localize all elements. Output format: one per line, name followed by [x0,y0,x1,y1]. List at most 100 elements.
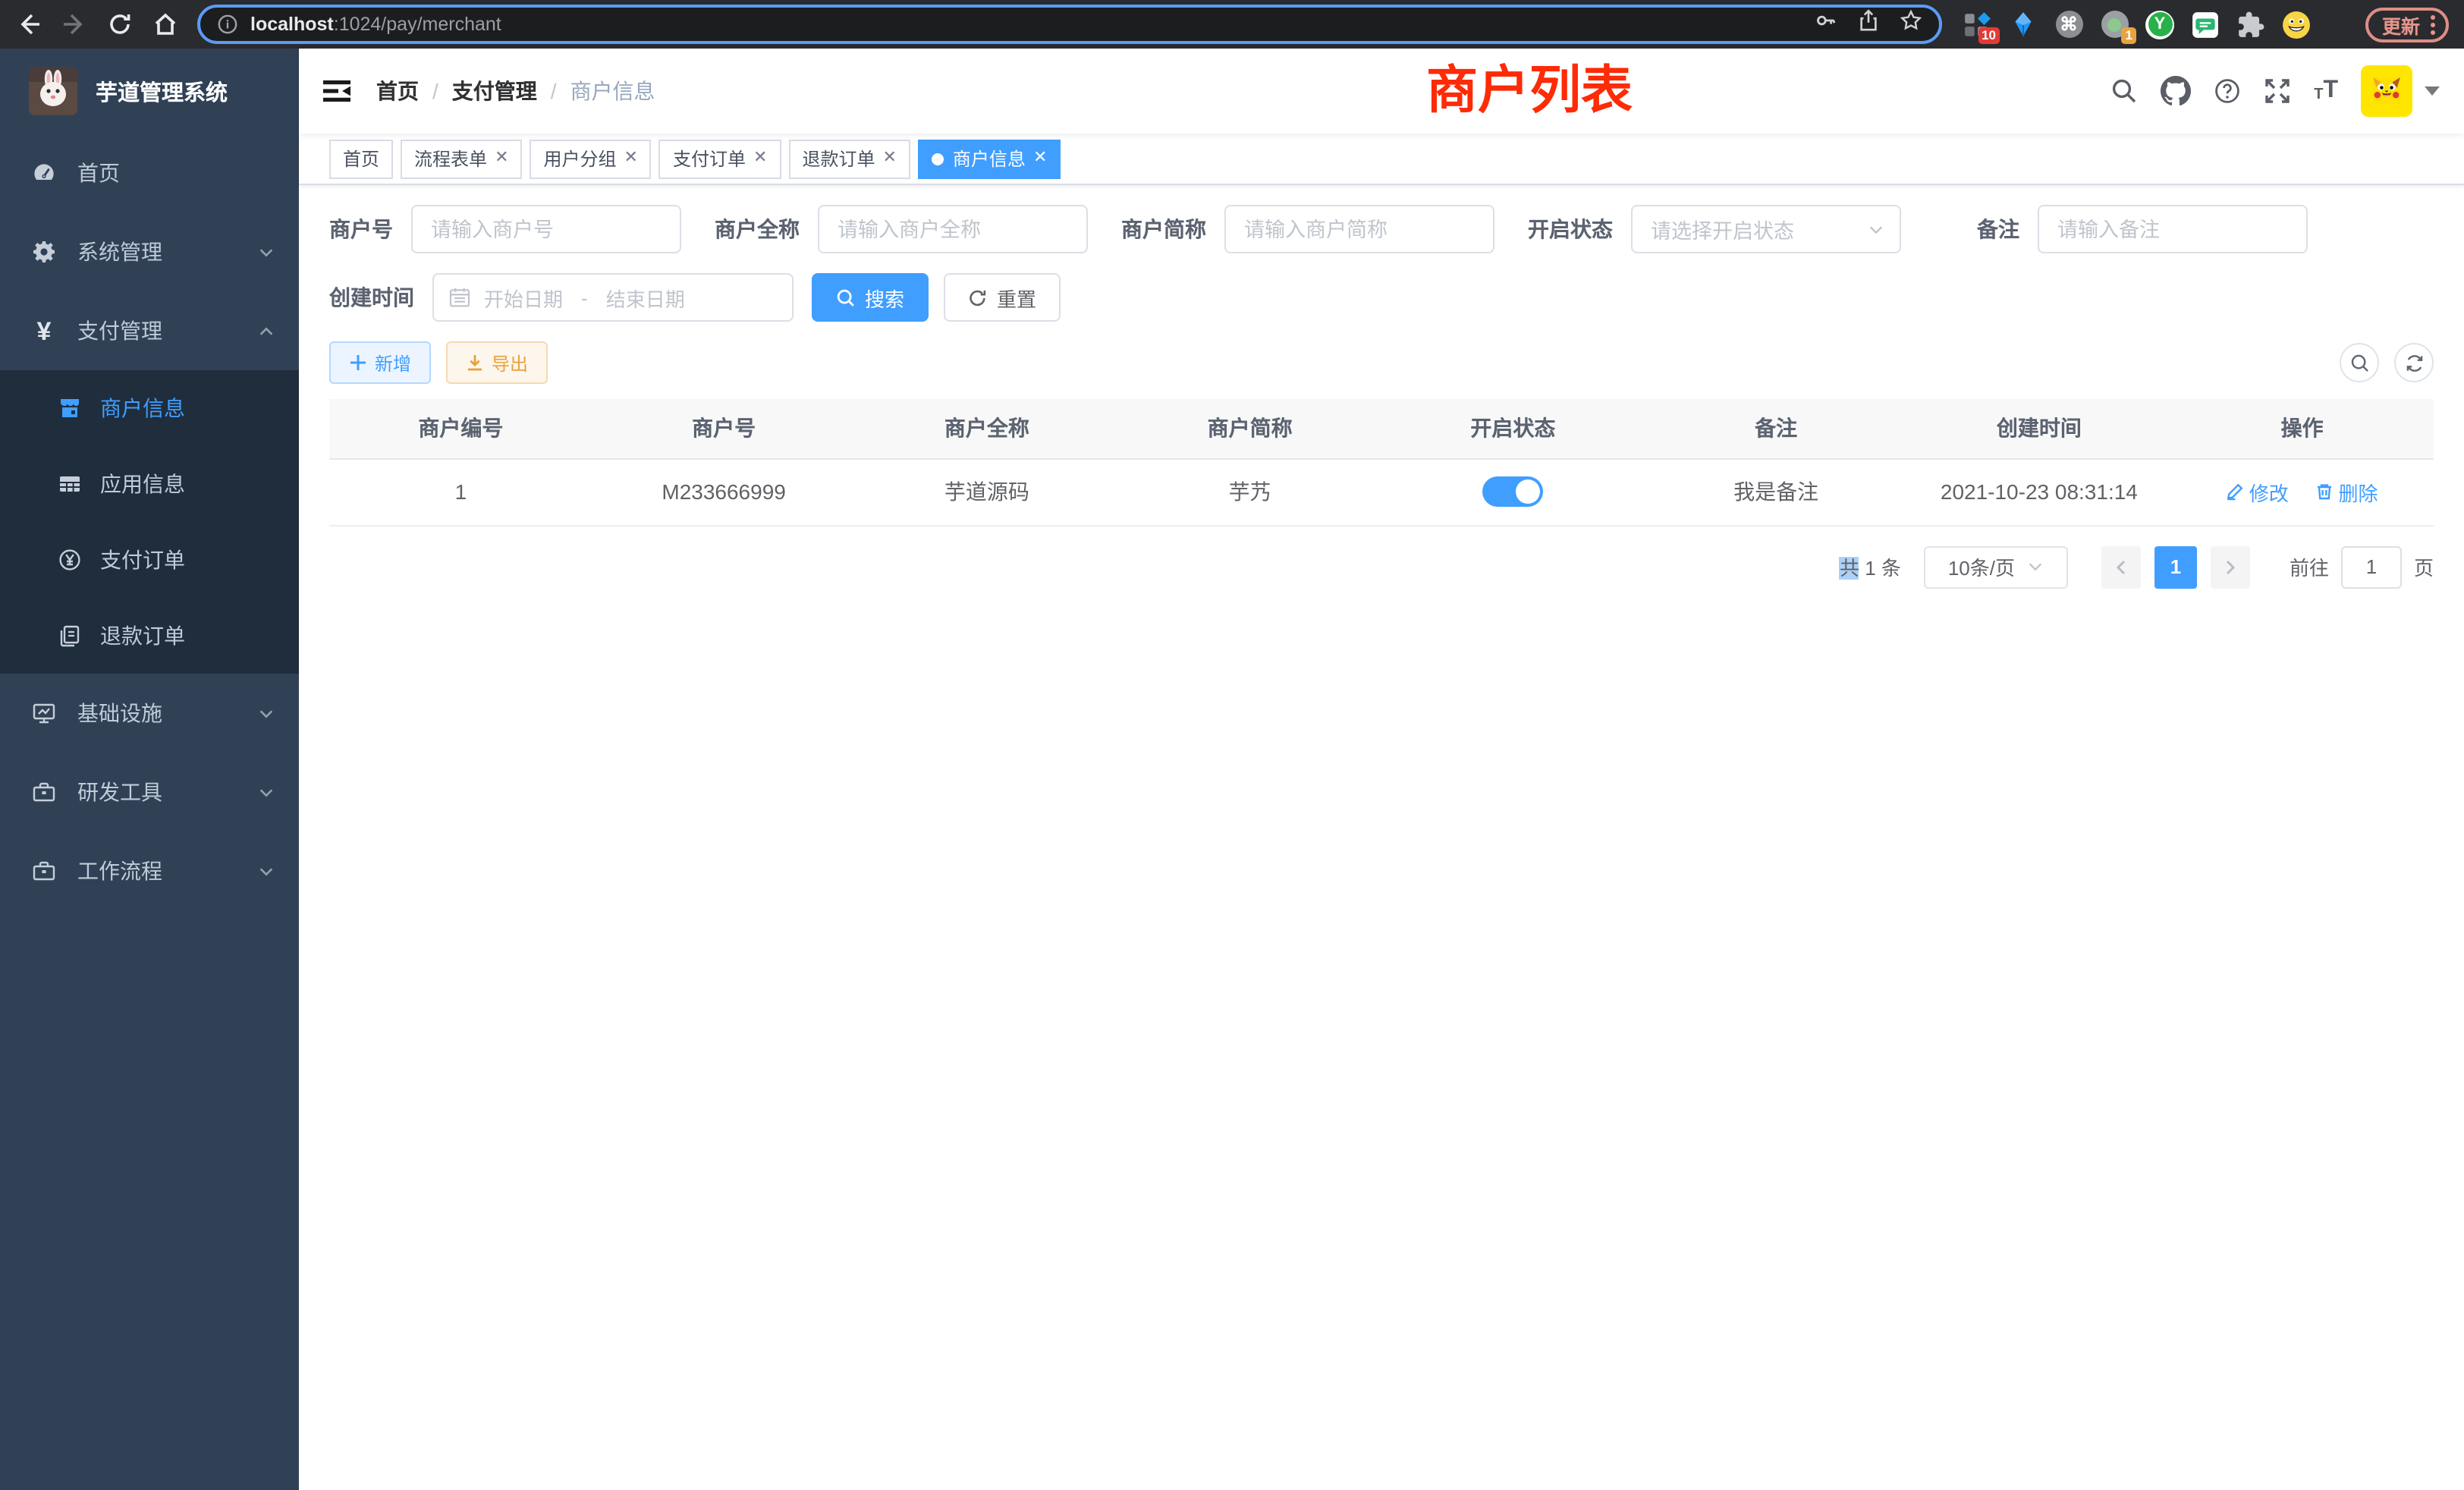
prev-page-button[interactable] [2101,545,2141,588]
extension-session-icon[interactable]: 1 [2100,10,2129,39]
sidebar-item-app-info[interactable]: 应用信息 [0,446,299,522]
chevron-down-icon [1868,221,1884,237]
page-content: 商户号 商户全称 商户简称 开启状态 请选择开启状态 [299,185,2464,1490]
status-label: 开启状态 [1528,214,1613,244]
goto-page-input[interactable] [2341,545,2402,588]
goto-label: 前往 [2290,552,2329,581]
sidebar-item-label: 工作流程 [77,856,162,886]
sidebar-item-workflow[interactable]: 工作流程 [0,831,299,910]
breadcrumb-pay[interactable]: 支付管理 [452,76,537,106]
extension-blocks-icon[interactable]: 10 [1963,10,1992,39]
tag-refund-order[interactable]: 退款订单✕ [788,139,910,178]
page-annotation-title: 商户列表 [1426,55,1633,127]
github-icon[interactable] [2161,76,2191,106]
tag-home[interactable]: 首页 [329,139,393,178]
tag-user-group[interactable]: 用户分组 ✕ [530,139,652,178]
font-size-icon[interactable]: TT [2314,79,2338,103]
search-button[interactable]: 搜索 [812,273,929,322]
cell-short-name: 芋艿 [1118,458,1381,525]
edit-link[interactable]: 修改 [2227,477,2289,506]
help-icon[interactable] [2214,77,2241,105]
app-title: 芋道管理系统 [96,75,228,107]
site-info-icon[interactable] [217,14,238,35]
page-size-select[interactable]: 10条/页 [1924,545,2068,588]
browser-menu-icon[interactable] [2426,14,2440,34]
sidebar-item-devtools[interactable]: 研发工具 [0,753,299,831]
status-placeholder: 请选择开启状态 [1651,214,1868,244]
refresh-button[interactable] [2394,343,2434,382]
logo[interactable]: 芋道管理系统 [0,49,299,134]
extensions-puzzle-icon[interactable] [2236,10,2265,39]
tag-process-form[interactable]: 流程表单 ✕ [401,139,522,178]
tag-pay-order[interactable]: 支付订单✕ [659,139,781,178]
tag-merchant-info-active[interactable]: 商户信息✕ [918,139,1061,178]
merchant-no-input[interactable] [411,205,681,253]
url-text: localhost:1024/pay/merchant [250,14,501,35]
cell-remark: 我是备注 [1645,458,1908,525]
close-icon[interactable]: ✕ [753,150,767,167]
chevron-down-icon [258,705,275,721]
extension-y-icon[interactable]: Y [2145,10,2174,39]
address-bar[interactable]: localhost:1024/pay/merchant [197,5,1942,44]
status-select[interactable]: 请选择开启状态 [1631,205,1901,253]
bookmark-star-icon[interactable] [1900,9,1922,39]
password-key-icon[interactable] [1815,9,1837,39]
close-icon[interactable]: ✕ [495,150,508,167]
extension-chat-icon[interactable] [2191,10,2220,39]
breadcrumb: 首页 / 支付管理 / 商户信息 [376,76,655,106]
cell-merchant-no: M233666999 [592,458,856,525]
header-search-icon[interactable] [2110,77,2138,105]
toggle-search-button[interactable] [2340,343,2379,382]
sidebar-item-infra[interactable]: 基础设施 [0,674,299,753]
share-icon[interactable] [1857,9,1880,39]
export-button-label: 导出 [492,350,528,376]
col-header-create-time: 创建时间 [1908,399,2171,458]
sidebar-item-pay[interactable]: ¥ 支付管理 [0,291,299,370]
avatar-caret-icon[interactable] [2425,86,2440,96]
user-avatar[interactable] [2361,65,2412,117]
sidebar-item-label: 商户信息 [100,393,185,423]
sidebar: 芋道管理系统 首页 系统管理 ¥ 支付管理 [0,49,299,1490]
tag-label: 用户分组 [544,146,617,171]
profile-avatar-icon[interactable] [2282,10,2311,39]
export-button[interactable]: 导出 [446,341,548,384]
next-page-button[interactable] [2211,545,2250,588]
goto-suffix: 页 [2414,552,2434,581]
status-toggle[interactable] [1482,476,1543,507]
col-header-id: 商户编号 [329,399,592,458]
full-name-input[interactable] [818,205,1088,253]
active-dot [932,152,944,165]
chevron-down-icon [258,784,275,800]
extension-command-icon[interactable]: ⌘ [2054,10,2083,39]
forward-icon[interactable] [61,11,88,38]
sidebar-item-refund-order[interactable]: 退款订单 [0,598,299,674]
reset-button[interactable]: 重置 [944,273,1061,322]
reload-icon[interactable] [106,11,134,38]
fullscreen-icon[interactable] [2264,77,2291,105]
sidebar-item-pay-order[interactable]: 支付订单 [0,522,299,598]
sidebar-item-system[interactable]: 系统管理 [0,212,299,291]
add-button[interactable]: 新增 [329,341,431,384]
sidebar-item-label: 应用信息 [100,469,185,499]
create-time-range-picker[interactable]: 开始日期 - 结束日期 [432,273,794,322]
page-number-1[interactable]: 1 [2154,545,2197,588]
sidebar-item-label: 退款订单 [100,621,185,651]
date-separator: - [581,286,588,309]
close-icon[interactable]: ✕ [624,150,638,167]
extension-kite-icon[interactable] [2009,10,2038,39]
sidebar-collapse-icon[interactable] [322,76,352,106]
browser-update-button[interactable]: 更新 [2365,7,2449,42]
sidebar-item-home[interactable]: 首页 [0,134,299,212]
tag-label: 流程表单 [414,146,487,171]
remark-input[interactable] [2038,205,2308,253]
breadcrumb-home[interactable]: 首页 [376,76,419,106]
home-icon[interactable] [152,11,179,38]
close-icon[interactable]: ✕ [882,150,896,167]
gear-icon [30,238,58,266]
short-name-input[interactable] [1224,205,1494,253]
back-icon[interactable] [15,11,42,38]
sidebar-item-merchant-info[interactable]: 商户信息 [0,370,299,446]
delete-link[interactable]: 删除 [2316,477,2378,506]
close-icon[interactable]: ✕ [1033,150,1047,167]
cell-status [1381,458,1645,525]
